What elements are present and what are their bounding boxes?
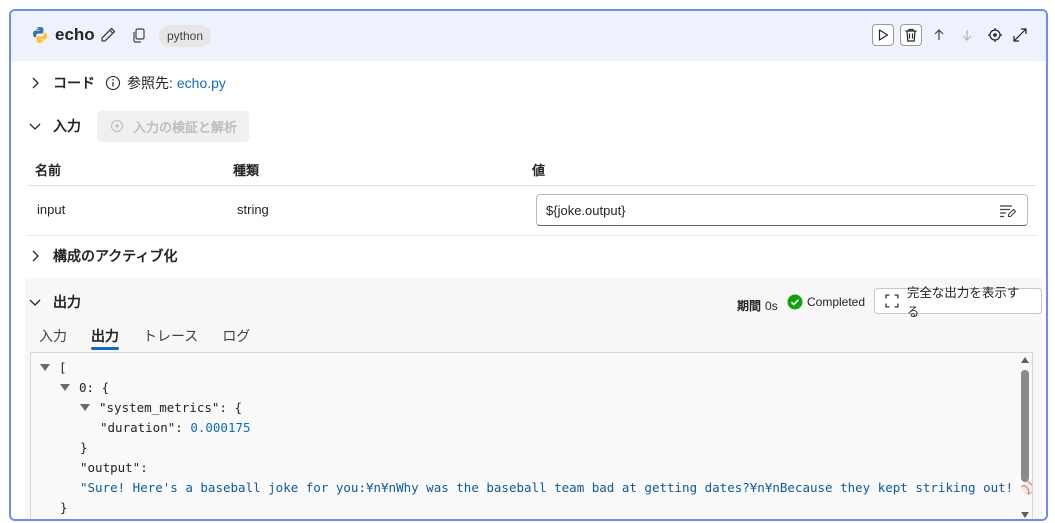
locate-button[interactable] [984, 24, 1006, 46]
node-header: echo python [11, 11, 1046, 61]
delete-button[interactable] [900, 24, 922, 46]
validate-parse-label: 入力の検証と解析 [133, 119, 238, 135]
arrow-down-icon [962, 30, 972, 41]
copy-icon[interactable] [131, 27, 147, 43]
scroll-up-arrow-icon[interactable] [1021, 357, 1029, 363]
sparkle-refresh-icon [110, 119, 124, 133]
col-type-header: 種類 [233, 163, 260, 178]
move-down-button[interactable] [956, 24, 978, 46]
tab-input[interactable]: 入力 [39, 326, 67, 352]
json-viewer: [ 0: { "system_metrics": { "duration": 0… [30, 352, 1033, 519]
code-section-header[interactable]: コード 参照先: echo.py [27, 67, 226, 99]
json-line: 0: { [60, 378, 109, 398]
show-full-output-button[interactable]: 完全な出力を表示する [874, 286, 1042, 319]
json-line: "output": [80, 460, 148, 475]
chevron-right-icon [32, 77, 39, 89]
input-table: 名前 種類 値 input string ${joke.output} [27, 156, 1036, 236]
json-line: } [80, 440, 88, 455]
input-value-field[interactable]: ${joke.output} [536, 194, 1028, 226]
collapse-triangle-icon[interactable] [80, 404, 90, 411]
run-button[interactable] [872, 24, 894, 46]
input-section-header[interactable]: 入力 入力の検証と解析 [27, 110, 250, 142]
language-badge: python [159, 25, 212, 47]
tab-log[interactable]: ログ [222, 326, 250, 352]
json-line: "system_metrics": { [80, 398, 242, 418]
fullscreen-icon [885, 294, 899, 308]
checkmark-circle-icon [787, 294, 803, 310]
scroll-down-arrow-icon[interactable] [1021, 512, 1029, 518]
tab-trace[interactable]: トレース [143, 326, 198, 352]
duration-value: 0s [765, 299, 778, 313]
tab-output[interactable]: 出力 [91, 326, 119, 352]
output-section-title: 出力 [53, 294, 81, 310]
input-table-header: 名前 種類 値 [27, 156, 1036, 186]
output-tabs: 入力 出力 トレース ログ [39, 326, 274, 352]
config-section-title: 構成のアクティブ化 [53, 248, 178, 264]
play-icon [878, 29, 889, 41]
duration-label: 期間 [737, 299, 762, 313]
python-logo-icon [33, 27, 47, 43]
chevron-right-icon [32, 250, 39, 262]
col-value-header: 値 [532, 163, 546, 178]
input-name-cell: input [37, 202, 66, 217]
json-line: "duration": 0.000175 [100, 420, 251, 435]
node-title: echo [55, 25, 95, 44]
json-line: "Sure! Here's a baseball joke for you:¥n… [80, 480, 1033, 495]
pencil-icon[interactable] [99, 26, 117, 44]
info-icon [105, 75, 121, 91]
config-section-header[interactable]: 構成のアクティブ化 [27, 240, 177, 272]
chevron-down-icon [29, 299, 41, 306]
move-up-button[interactable] [928, 24, 950, 46]
output-section-toggle[interactable]: 出力 [27, 286, 81, 318]
input-section-title: 入力 [53, 118, 81, 134]
reference-label: 参照先: [127, 75, 173, 91]
trash-icon [905, 28, 917, 42]
show-full-output-label: 完全な出力を表示する [906, 286, 1020, 319]
status-text: Completed [807, 295, 866, 309]
json-line: [ [40, 358, 67, 378]
output-section: 出力 期間 0s Completed 完全な出力を表示する 入力 出力 トレース … [25, 278, 1042, 519]
output-section-header: 出力 期間 0s Completed 完全な出力を表示する [25, 286, 1042, 319]
collapse-triangle-icon[interactable] [40, 364, 50, 371]
input-type-cell: string [237, 202, 269, 217]
edit-text-icon[interactable] [999, 203, 1017, 219]
status-badge: Completed [787, 294, 865, 310]
duration-display: 期間 0s [737, 297, 778, 314]
reference-link[interactable]: echo.py [177, 75, 226, 91]
input-value-text: ${joke.output} [546, 203, 626, 218]
expand-button[interactable] [1009, 24, 1031, 46]
expand-icon [1013, 28, 1027, 42]
col-name-header: 名前 [35, 163, 62, 178]
validate-parse-button[interactable]: 入力の検証と解析 [97, 110, 250, 142]
scroll-thumb[interactable] [1021, 370, 1029, 482]
flow-node-card: echo python コード 参照先: echo.py 入力 入力の検証と解析… [9, 9, 1048, 521]
chevron-down-icon [29, 123, 41, 130]
arrow-up-icon [934, 29, 944, 40]
code-section-title: コード [53, 75, 95, 91]
table-row: input string ${joke.output} [27, 186, 1036, 236]
collapse-triangle-icon[interactable] [60, 384, 70, 391]
json-scrollbar[interactable] [1018, 353, 1032, 519]
target-icon [988, 28, 1002, 42]
json-line: } [60, 500, 68, 515]
